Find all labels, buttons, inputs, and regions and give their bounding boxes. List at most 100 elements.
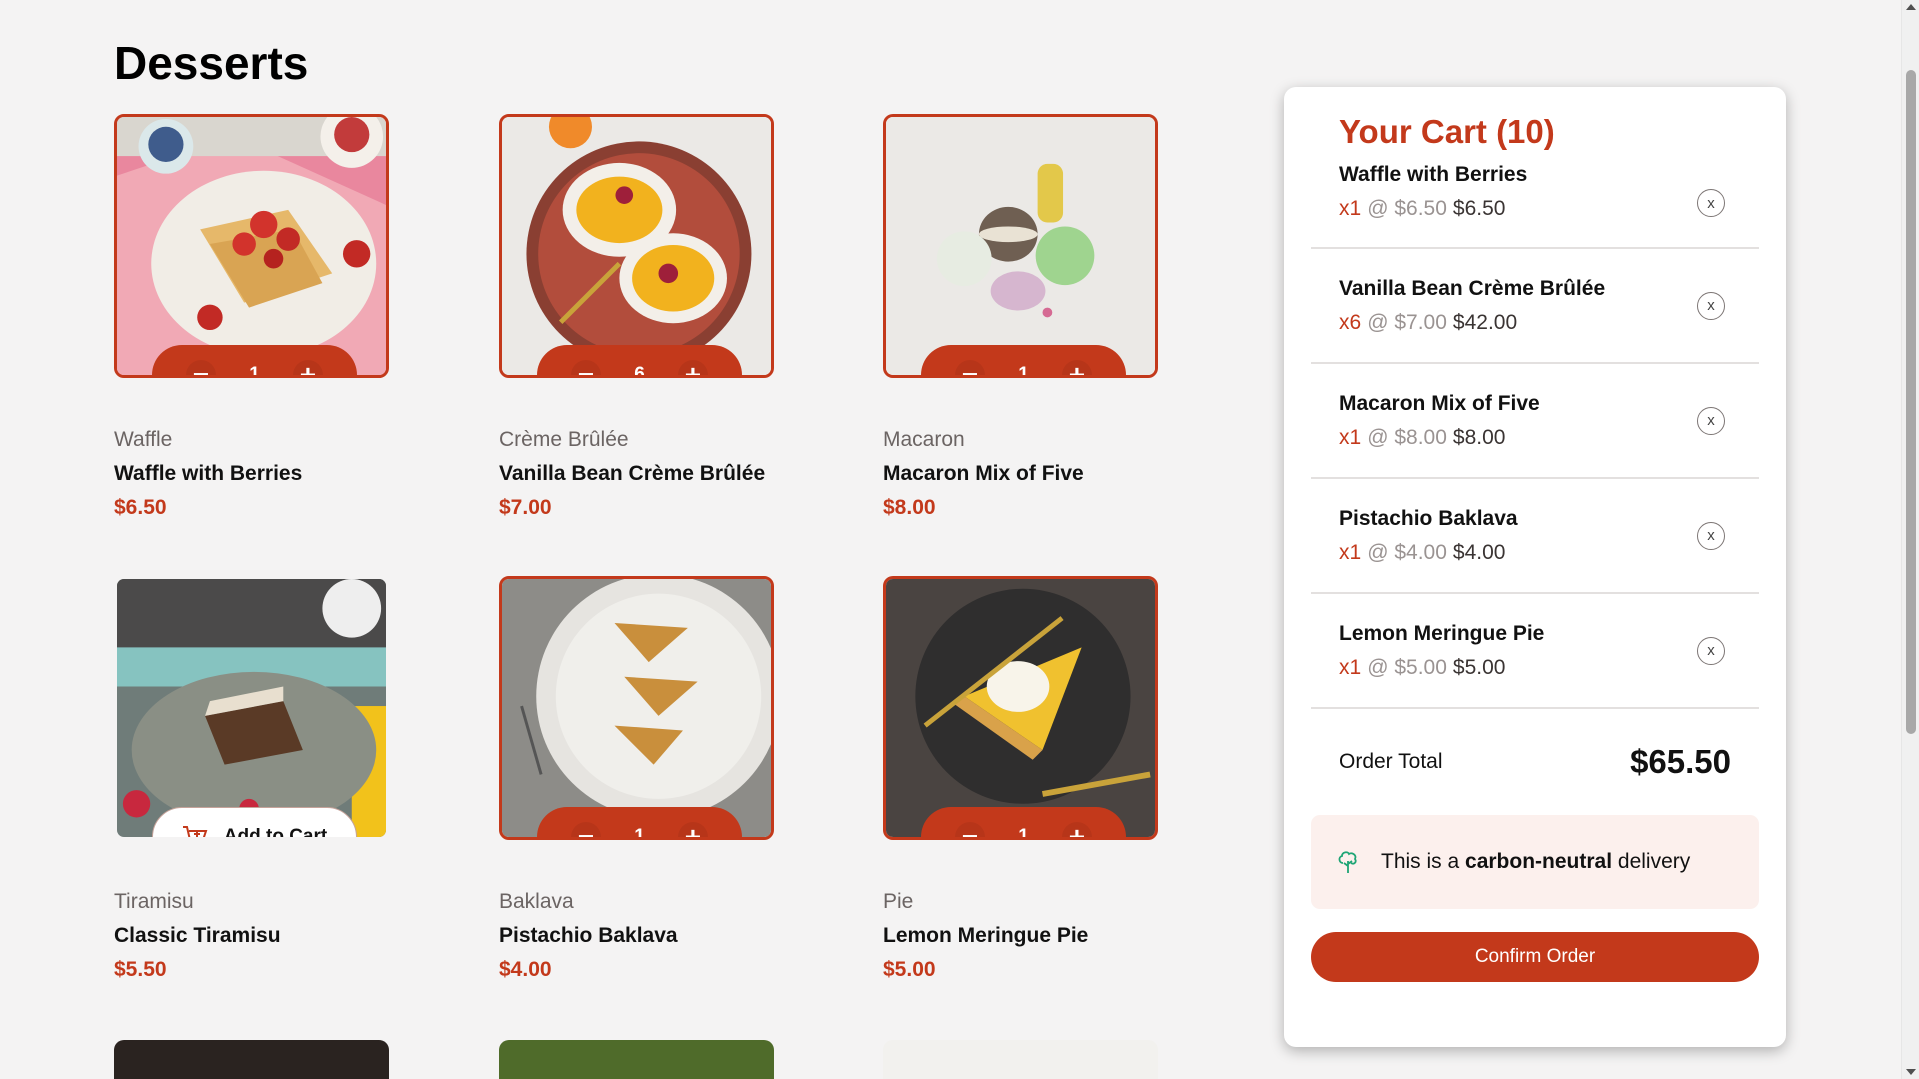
decrement-button[interactable]: − [186, 360, 216, 375]
product-image-waffle: − 1 + [114, 114, 389, 378]
cart-item-unit-price: @ $4.00 [1367, 541, 1447, 564]
product-name: Pistachio Baklava [499, 924, 678, 947]
product-category: Tiramisu [114, 890, 194, 913]
order-total-amount: $65.50 [1630, 743, 1731, 780]
quantity-value: 6 [634, 364, 645, 378]
remove-item-icon[interactable]: x [1697, 521, 1725, 550]
increment-button[interactable]: + [677, 822, 708, 837]
carbon-neutral-text: This is a carbon-neutral delivery [1381, 850, 1691, 873]
cart-item-total: $8.00 [1452, 426, 1506, 449]
quantity-value: 1 [634, 826, 645, 840]
quantity-stepper: − 1 + [537, 807, 742, 840]
cart-item-unit-price: @ $5.00 [1367, 656, 1447, 679]
cart-item-qty: x1 [1339, 197, 1362, 220]
product-price: $8.00 [883, 496, 936, 519]
quantity-value: 1 [1018, 364, 1029, 378]
quantity-stepper: − 1 + [921, 807, 1126, 840]
product-category: Baklava [499, 890, 574, 913]
product-card-partial [883, 1040, 1158, 1079]
cart-panel: Your Cart (10) Waffle with Berries x1 @ $… [1284, 87, 1786, 1047]
cart-item-details: x1 @ $4.00 $4.00 [1339, 541, 1759, 565]
add-to-cart-label: Add to Cart [223, 826, 328, 840]
cart-item-qty: x1 [1339, 426, 1362, 449]
page-scrollbar[interactable] [1901, 0, 1919, 1079]
cart-item-unit-price: @ $7.00 [1367, 311, 1447, 334]
cart-item-details: x1 @ $6.50 $6.50 [1339, 197, 1759, 221]
increment-button[interactable]: + [1061, 360, 1092, 375]
cart-item-unit-price: @ $8.00 [1367, 426, 1447, 449]
product-price: $4.00 [499, 958, 552, 981]
quantity-stepper: − 1 + [152, 345, 357, 378]
cart-item: Waffle with Berries x1 @ $6.50 $6.50 x [1311, 151, 1759, 249]
product-card-pie: − 1 + Pie Lemon Meringue Pie $5.00 [883, 576, 1158, 982]
product-category: Waffle [114, 428, 173, 451]
increment-button[interactable]: + [1061, 822, 1092, 837]
decrement-button[interactable]: − [571, 360, 601, 375]
cart-item-unit-price: @ $6.50 [1367, 197, 1447, 220]
product-image-baklava: − 1 + [499, 576, 774, 840]
order-total-row: Order Total $65.50 [1311, 709, 1759, 815]
cart-item-name: Vanilla Bean Crème Brûlée [1339, 277, 1606, 300]
remove-item-icon[interactable]: x [1697, 189, 1725, 217]
product-name: Macaron Mix of Five [883, 462, 1084, 485]
cart-item-qty: x1 [1339, 541, 1362, 564]
product-card-creme-brulee: − 6 + Crème Brûlée Vanilla Bean Crème Br… [499, 114, 774, 520]
confirm-order-button[interactable]: Confirm Order [1311, 932, 1759, 982]
cart-item-name: Macaron Mix of Five [1339, 392, 1540, 415]
cart-item: Vanilla Bean Crème Brûlée x6 @ $7.00 $42.0… [1311, 249, 1759, 364]
quantity-value: 1 [249, 364, 260, 378]
product-card-tiramisu: Add to Cart Tiramisu Classic Tiramisu $5… [114, 576, 389, 982]
cart-item-total: $6.50 [1452, 197, 1506, 220]
product-price: $7.00 [499, 496, 552, 519]
cart-item-qty: x6 [1339, 311, 1362, 334]
quantity-stepper: − 6 + [537, 345, 742, 378]
decrement-button[interactable]: − [955, 360, 985, 375]
cart-item: Lemon Meringue Pie x1 @ $5.00 $5.00 x [1311, 594, 1759, 709]
remove-item-icon[interactable]: x [1697, 291, 1725, 320]
product-card-waffle: − 1 + Waffle Waffle with Berries $6.50 [114, 114, 389, 520]
add-to-cart-icon [182, 826, 208, 837]
decrement-button[interactable]: − [955, 822, 985, 837]
cart-item: Pistachio Baklava x1 @ $4.00 $4.00 x [1311, 479, 1759, 594]
remove-item-icon[interactable]: x [1697, 406, 1725, 435]
product-category: Pie [883, 890, 914, 913]
cart-item-details: x1 @ $5.00 $5.00 [1339, 656, 1759, 680]
order-total-label: Order Total [1339, 750, 1443, 773]
product-card-partial [114, 1040, 389, 1079]
cart-item-qty: x1 [1339, 656, 1362, 679]
product-price: $5.50 [114, 958, 167, 981]
page-title: Desserts [114, 37, 309, 89]
increment-button[interactable]: + [677, 360, 708, 375]
increment-button[interactable]: + [292, 360, 323, 375]
scroll-up-arrow-icon[interactable] [1906, 4, 1916, 10]
decrement-button[interactable]: − [571, 822, 601, 837]
remove-item-icon[interactable]: x [1697, 636, 1725, 665]
product-image-pie: − 1 + [883, 576, 1158, 840]
scrollbar-thumb[interactable] [1906, 70, 1916, 734]
product-card-baklava: − 1 + Baklava Pistachio Baklava $4.00 [499, 576, 774, 982]
cart-title: Your Cart (10) [1339, 113, 1555, 150]
carbon-neutral-tree-icon [1338, 851, 1357, 873]
product-category: Crème Brûlée [499, 428, 629, 451]
product-card-macaron: − 1 + Macaron Macaron Mix of Five $8.00 [883, 114, 1158, 520]
product-name: Lemon Meringue Pie [883, 924, 1089, 947]
cart-item-total: $42.00 [1452, 311, 1518, 334]
product-name: Classic Tiramisu [114, 924, 281, 947]
cart-item: Macaron Mix of Five x1 @ $8.00 $8.00 x [1311, 364, 1759, 479]
product-card-partial [499, 1040, 774, 1079]
product-name: Waffle with Berries [114, 462, 303, 485]
product-image-creme-brulee: − 6 + [499, 114, 774, 378]
cart-item-total: $5.00 [1452, 656, 1506, 679]
product-price: $6.50 [114, 496, 167, 519]
product-image-tiramisu: Add to Cart [114, 576, 389, 840]
product-category: Macaron [883, 428, 965, 451]
product-price: $5.00 [883, 958, 936, 981]
cart-item-details: x6 @ $7.00 $42.00 [1339, 311, 1759, 335]
cart-item-total: $4.00 [1452, 541, 1506, 564]
product-image-macaron: − 1 + [883, 114, 1158, 378]
cart-item-name: Waffle with Berries [1339, 163, 1528, 186]
scroll-down-arrow-icon[interactable] [1906, 1069, 1916, 1075]
quantity-value: 1 [1018, 826, 1029, 840]
add-to-cart-button[interactable]: Add to Cart [152, 807, 357, 840]
product-name: Vanilla Bean Crème Brûlée [499, 462, 766, 485]
